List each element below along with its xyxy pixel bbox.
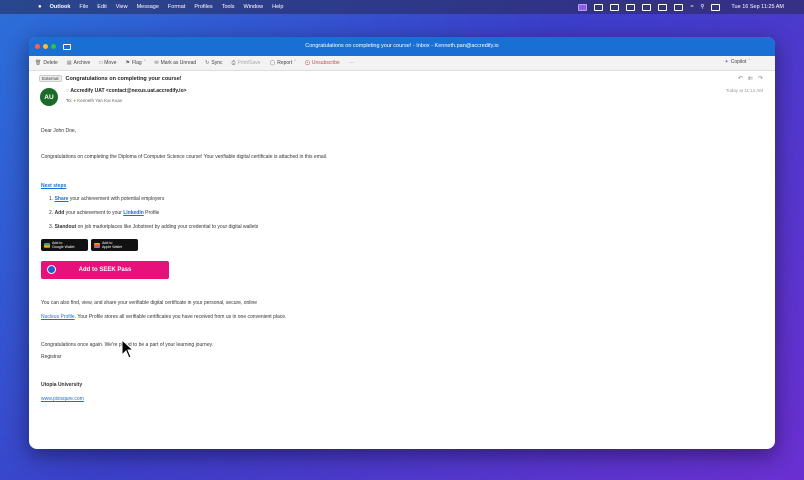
flag-icon: ⚑ <box>125 60 130 66</box>
flag-button[interactable]: ⚑ Flag ˇ <box>126 60 146 66</box>
menu-window[interactable]: Window <box>244 4 264 10</box>
organization-name: Utopia University <box>41 382 83 388</box>
next-steps-list: 1. Share your achievement with potential… <box>49 196 258 238</box>
archive-icon: ▤ <box>66 60 72 66</box>
sender-name[interactable]: Accredify UAT <contact@nexus.uat.accredi… <box>70 88 186 94</box>
reply-icon[interactable]: ↶ <box>738 75 743 82</box>
menu-file[interactable]: File <box>79 4 88 10</box>
google-wallet-icon <box>44 242 50 248</box>
wallet-buttons: Add to Google Wallet Add to Apple Wallet <box>41 239 138 251</box>
menu-edit[interactable]: Edit <box>97 4 106 10</box>
message-header: External Congratulations on completing y… <box>29 71 775 131</box>
message-date: Today at 11:12 AM <box>726 88 763 93</box>
report-button[interactable]: ◯ Report ˇ <box>270 60 296 66</box>
menu-message[interactable]: Message <box>137 4 159 10</box>
apple-wallet-button[interactable]: Add to Apple Wallet <box>91 239 138 251</box>
recipient-line: To: ● Kenneth Yan Kai Kuan <box>66 98 122 103</box>
recipient-name[interactable]: Kenneth Yan Kai Kuan <box>77 98 122 103</box>
mouse-cursor-icon <box>121 339 135 359</box>
seek-pass-button[interactable]: Add to SEEK Pass <box>41 261 169 279</box>
close-window-button[interactable] <box>35 43 40 49</box>
outlook-message-window: Congratulations on completing your cours… <box>29 37 775 449</box>
move-button[interactable]: □ Move <box>99 60 116 66</box>
profile-paragraph-line1: You can also find, view, and share your … <box>41 300 258 306</box>
forward-icon[interactable]: ↷ <box>758 75 763 82</box>
linkedin-link[interactable]: LinkedIn <box>123 210 144 216</box>
google-wallet-button[interactable]: Add to Google Wallet <box>41 239 88 251</box>
sender-line: ○ Accredify UAT <contact@nexus.uat.accre… <box>66 88 187 94</box>
signoff: Registrar <box>41 354 62 360</box>
envelope-icon: ✉ <box>154 60 159 66</box>
window-titlebar: Congratulations on completing your cours… <box>29 37 775 56</box>
shield-icon: ◯ <box>269 60 276 66</box>
external-badge: External <box>39 75 62 82</box>
battery-icon[interactable] <box>674 3 684 11</box>
menu-outlook[interactable]: Outlook <box>50 4 71 10</box>
share-link[interactable]: Share <box>55 196 69 202</box>
window-title: Congratulations on completing your cours… <box>305 43 499 49</box>
macos-menubar: ● Outlook File Edit View Message Format … <box>0 0 804 14</box>
menu-format[interactable]: Format <box>168 4 185 10</box>
menu-tools[interactable]: Tools <box>222 4 235 10</box>
sender-avatar: AU <box>40 88 58 106</box>
menu-view[interactable]: View <box>116 4 128 10</box>
minimize-window-button[interactable] <box>43 43 48 49</box>
to-label: To: <box>66 98 73 103</box>
menu-extra-icon-4[interactable] <box>642 3 652 11</box>
list-item: 3. Standout on job marketplaces like Job… <box>49 224 259 230</box>
menu-help[interactable]: Help <box>272 4 283 10</box>
nucleus-profile-link[interactable]: Nucleus Profile <box>41 314 75 320</box>
next-steps-heading: Next steps <box>41 183 67 189</box>
folder-icon: □ <box>99 60 103 66</box>
subject-row: External Congratulations on completing y… <box>39 75 765 82</box>
wifi-icon[interactable]: ≈ <box>690 4 693 10</box>
presence-icon: ○ <box>66 88 70 94</box>
trash-icon: 🗑 <box>35 60 42 66</box>
unsubscribe-icon: ⨀ <box>304 60 310 66</box>
screen-record-icon[interactable] <box>578 3 588 11</box>
status-area: ≈ ⚲ Tue 16 Sep 11:25 AM <box>578 0 784 14</box>
intro-paragraph: Congratulations on completing the Diplom… <box>41 154 328 160</box>
mark-unread-button[interactable]: ✉ Mark as Unread <box>154 60 196 66</box>
message-subject: Congratulations on completing your cours… <box>65 75 182 82</box>
menubar-clock[interactable]: Tue 16 Sep 11:25 AM <box>731 4 784 10</box>
seek-icon <box>47 265 56 274</box>
sync-icon: ↻ <box>205 60 210 66</box>
chevron-down-icon: ˇ <box>143 60 146 66</box>
copilot-button[interactable]: ✦ Copilot ˇ <box>725 59 750 65</box>
greeting: Dear John Doe, <box>41 128 77 134</box>
list-item: 1. Share your achievement with potential… <box>49 196 165 202</box>
website-link[interactable]: www.pixisqure.com <box>41 396 84 402</box>
chevron-down-icon: ˇ <box>748 59 750 65</box>
printer-icon: ⎙ <box>231 60 236 66</box>
chevron-down-icon: ˇ <box>294 60 296 66</box>
apple-wallet-icon <box>94 242 100 248</box>
more-options-button[interactable]: ⋯ <box>349 60 354 66</box>
list-item: 2. Add your achievement to your LinkedIn… <box>49 210 160 216</box>
search-icon[interactable]: ⚲ <box>700 4 704 10</box>
sync-button[interactable]: ↻ Sync <box>205 60 222 66</box>
archive-button[interactable]: ▤ Archive <box>67 60 90 66</box>
print-button[interactable]: ⎙ Print/Save <box>232 60 261 66</box>
zoom-window-button[interactable] <box>51 43 56 49</box>
reply-all-icon[interactable]: ⇇ <box>748 75 753 82</box>
menu-extra-icon-3[interactable] <box>626 3 636 11</box>
menu-extra-icon[interactable] <box>594 3 604 11</box>
menu-extra-icon-2[interactable] <box>610 3 620 11</box>
menu-profiles[interactable]: Profiles <box>194 4 212 10</box>
profile-paragraph-line2: Nucleus Profile. Your Profile stores all… <box>41 314 287 320</box>
menu-extra-icon-5[interactable] <box>658 3 668 11</box>
reply-actions: ↶ ⇇ ↷ <box>738 75 763 82</box>
control-center-icon[interactable] <box>711 3 721 11</box>
ellipsis-icon: ⋯ <box>348 60 354 66</box>
copilot-icon: ✦ <box>724 59 729 65</box>
window-controls <box>35 43 71 50</box>
unsubscribe-button[interactable]: ⨀ Unsubscribe <box>305 60 340 66</box>
recipient-icon: ● <box>73 98 76 103</box>
apple-icon[interactable]: ● <box>38 4 42 10</box>
message-toolbar: 🗑 Delete ▤ Archive □ Move ⚑ Flag ˇ ✉ Mark as U… <box>29 56 775 71</box>
delete-button[interactable]: 🗑 Delete <box>35 60 58 66</box>
save-icon[interactable] <box>63 43 71 50</box>
